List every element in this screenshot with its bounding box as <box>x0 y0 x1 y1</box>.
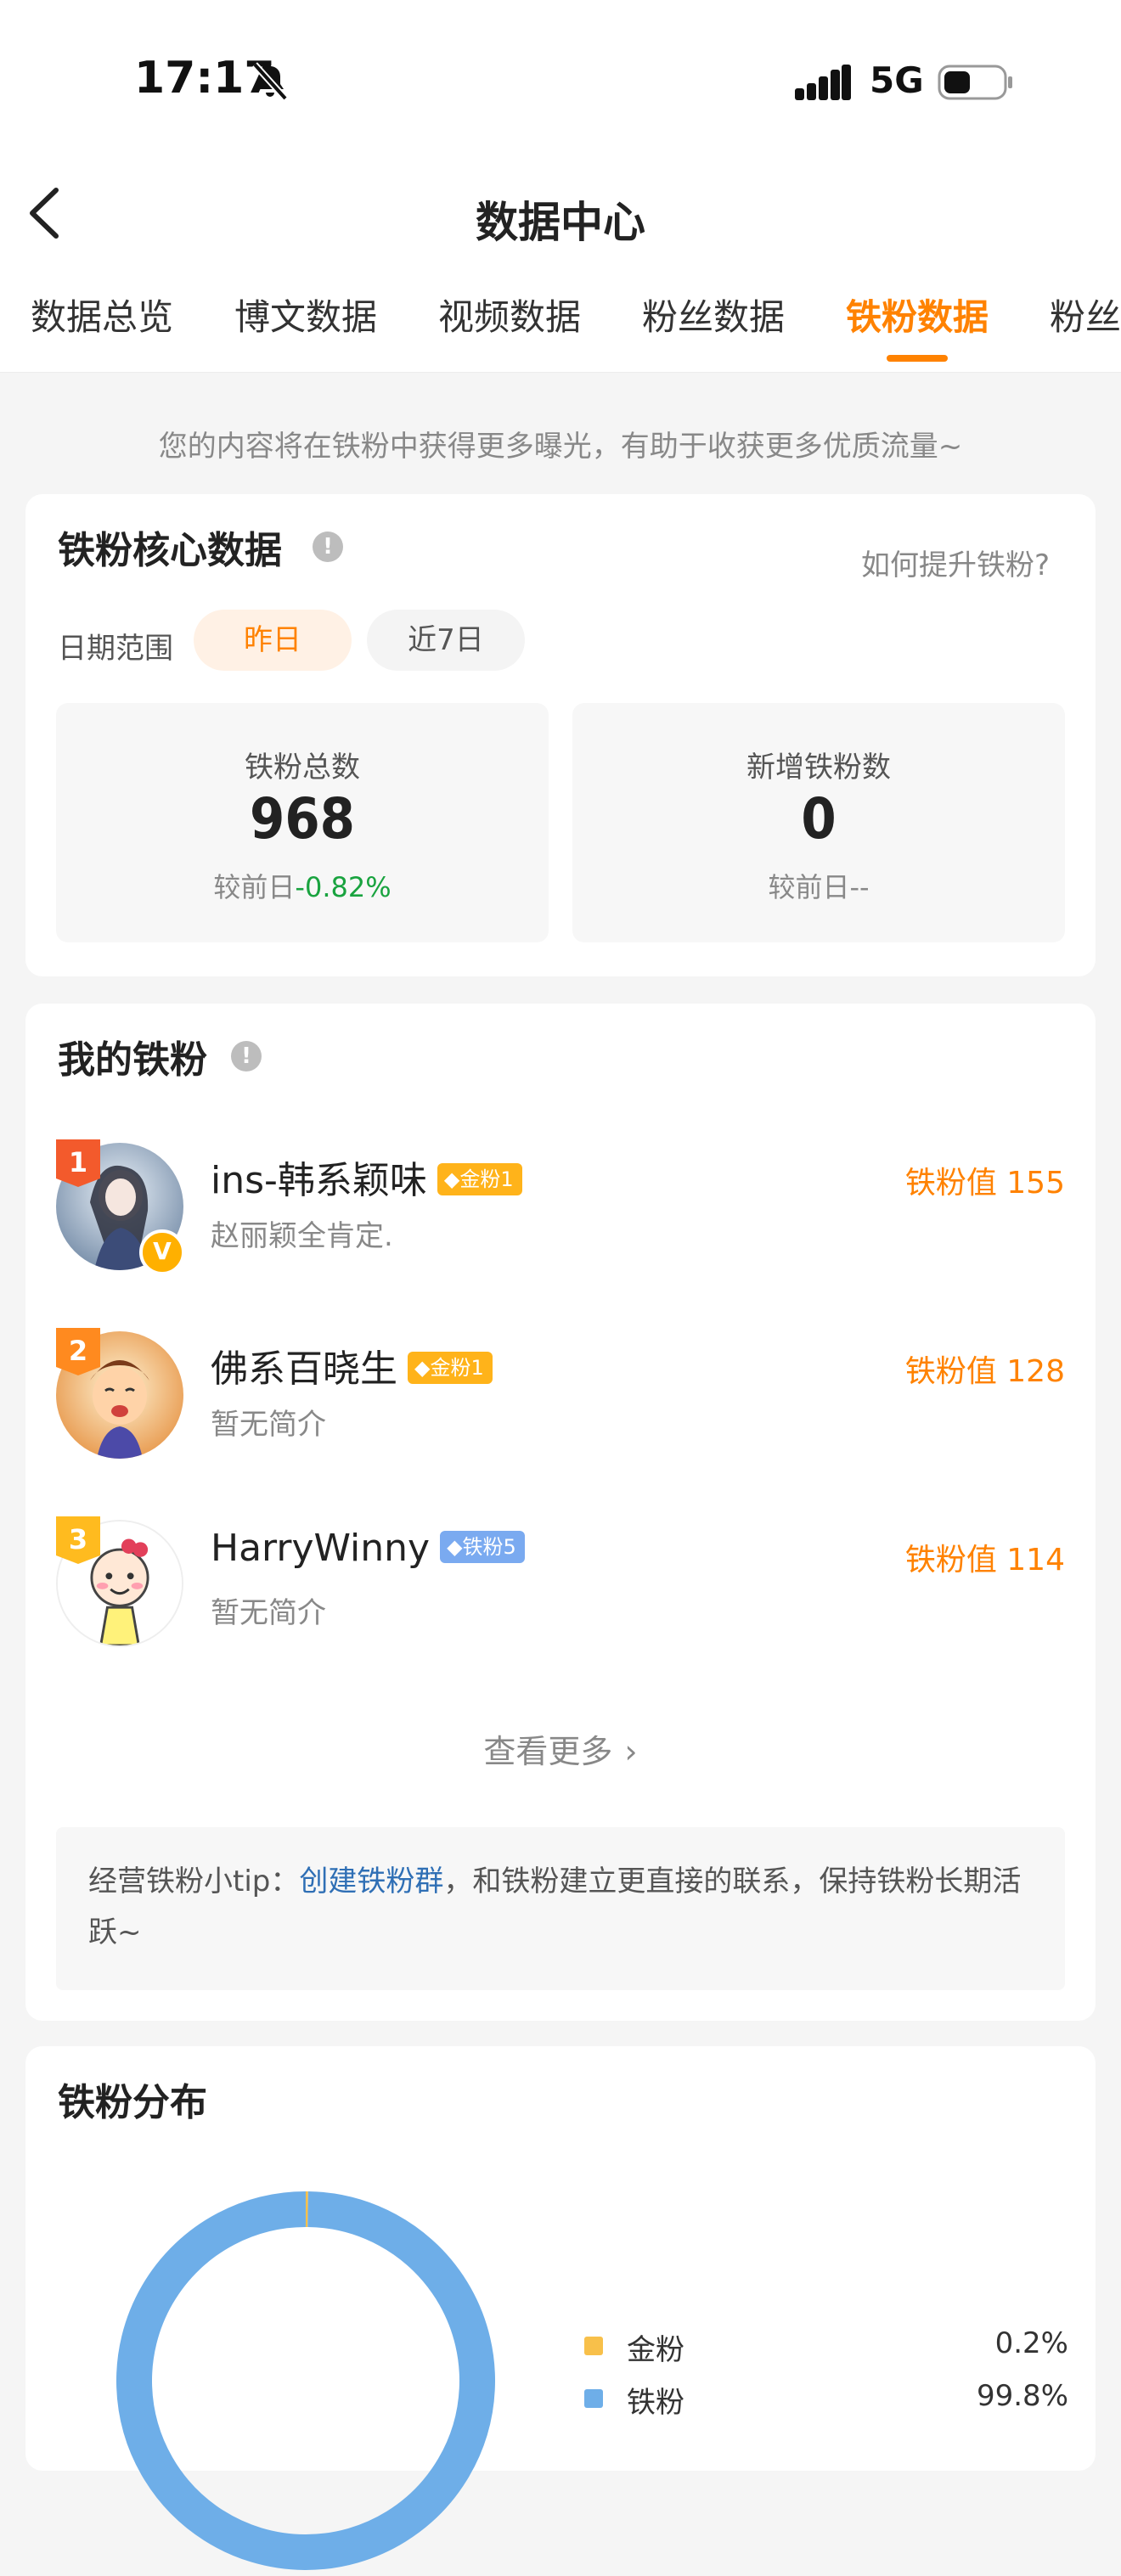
stat-value: 968 <box>56 786 549 852</box>
fan-row[interactable]: 2 佛系百晓生◆金粉1 暂无简介 铁粉值 128 <box>25 1331 1096 1467</box>
tab-overview[interactable]: 数据总览 <box>31 289 173 340</box>
fan-name[interactable]: HarryWinny◆铁粉5 <box>211 1527 525 1570</box>
cellular-signal-icon <box>795 65 851 102</box>
how-to-improve-link[interactable]: 如何提升铁粉? <box>861 542 1050 583</box>
legend-swatch <box>584 2389 603 2408</box>
stat-new-iron-fans: 新增铁粉数 0 较前日-- <box>572 703 1065 942</box>
page-title: 数据中心 <box>0 188 1121 250</box>
svg-text:1: 1 <box>69 1146 87 1178</box>
legend-value: 99.8% <box>977 2379 1068 2413</box>
tip-box: 经营铁粉小tip：创建铁粉群，和铁粉建立更直接的联系，保持铁粉长期活跃~ <box>56 1827 1065 1990</box>
legend-name: 铁粉 <box>627 2379 684 2421</box>
chevron-right-icon: › <box>624 1733 637 1770</box>
diamond-icon: ◆ <box>447 1535 462 1559</box>
fan-name[interactable]: ins-韩系颖味◆金粉1 <box>211 1150 522 1204</box>
view-more-button[interactable]: 查看更多› <box>25 1725 1096 1772</box>
tab-posts[interactable]: 博文数据 <box>234 289 377 340</box>
stat-change: -- <box>849 871 869 903</box>
info-icon[interactable]: ! <box>231 1041 262 1071</box>
range-7days[interactable]: 近7日 <box>367 610 525 671</box>
create-group-link[interactable]: 创建铁粉群 <box>299 1865 443 1898</box>
fan-bio: 暂无简介 <box>211 1401 326 1443</box>
svg-text:3: 3 <box>69 1523 87 1555</box>
fan-name[interactable]: 佛系百晓生◆金粉1 <box>211 1338 493 1392</box>
tab-iron-fans[interactable]: 铁粉数据 <box>846 289 989 340</box>
info-icon[interactable]: ! <box>313 532 343 562</box>
range-yesterday[interactable]: 昨日 <box>194 610 352 671</box>
level-badge: ◆金粉1 <box>437 1163 522 1195</box>
stat-total-iron-fans: 铁粉总数 968 较前日-0.82% <box>56 703 549 942</box>
stat-label: 铁粉总数 <box>56 744 549 785</box>
distribution-card: 铁粉分布 金粉 0.2% 铁粉 99.8% <box>25 2046 1096 2471</box>
network-type: 5G <box>870 59 924 101</box>
rank-badge: 3 <box>56 1516 100 1564</box>
fan-bio: 赵丽颖全肯定. <box>211 1212 393 1254</box>
my-fans-title: 我的铁粉 <box>58 1029 207 1083</box>
fan-value: 铁粉值 114 <box>905 1535 1065 1579</box>
diamond-icon: ◆ <box>444 1167 459 1191</box>
fan-row[interactable]: 1 V ins-韩系颖味◆金粉1 赵丽颖全肯定. 铁粉值 155 <box>25 1143 1096 1279</box>
rank-badge: 1 <box>56 1139 100 1187</box>
donut-slice-1 <box>134 2209 477 2552</box>
diamond-icon: ◆ <box>414 1356 430 1380</box>
core-data-card: 铁粉核心数据 ! 如何提升铁粉? 日期范围 昨日 近7日 铁粉总数 968 较前… <box>25 494 1096 976</box>
fan-value: 铁粉值 155 <box>905 1158 1065 1202</box>
distribution-title: 铁粉分布 <box>58 2072 207 2126</box>
tab-videos[interactable]: 视频数据 <box>438 289 581 340</box>
my-fans-card: 我的铁粉 ! 1 V ins-韩系颖味◆金粉1 赵丽颖全肯定. 铁粉值 155 <box>25 1004 1096 2021</box>
level-badge: ◆铁粉5 <box>440 1531 525 1563</box>
tab-fans-more[interactable]: 粉丝 <box>1050 289 1121 340</box>
mute-bell-icon <box>250 61 290 102</box>
stat-label: 新增铁粉数 <box>572 744 1065 785</box>
legend-swatch <box>584 2337 603 2355</box>
tab-fans[interactable]: 粉丝数据 <box>642 289 785 340</box>
stat-compare: 较前日-- <box>572 866 1065 905</box>
level-badge: ◆金粉1 <box>408 1352 493 1384</box>
fan-bio: 暂无简介 <box>211 1589 326 1631</box>
battery-icon <box>938 65 1014 100</box>
fan-value: 铁粉值 128 <box>905 1347 1065 1391</box>
distribution-donut-chart <box>110 2185 501 2576</box>
stat-compare: 较前日-0.82% <box>56 866 549 905</box>
exposure-notice: 您的内容将在铁粉中获得更多曝光，有助于收获更多优质流量~ <box>0 423 1121 464</box>
legend-value: 0.2% <box>995 2326 1068 2360</box>
tip-text: 经营铁粉小tip：创建铁粉群，和铁粉建立更直接的联系，保持铁粉长期活跃~ <box>88 1856 1031 1958</box>
fan-row[interactable]: 3 HarryWinny◆铁粉5 暂无简介 铁粉值 114 <box>25 1520 1096 1656</box>
verified-badge-icon: V <box>139 1229 185 1275</box>
rank-badge: 2 <box>56 1328 100 1375</box>
svg-text:2: 2 <box>69 1335 87 1367</box>
active-tab-indicator <box>887 355 948 362</box>
tab-bar: 数据总览 博文数据 视频数据 粉丝数据 铁粉数据 粉丝 <box>0 289 1121 348</box>
stat-value: 0 <box>572 786 1065 852</box>
stat-change: -0.82% <box>295 871 391 903</box>
legend-name: 金粉 <box>627 2326 684 2368</box>
core-data-title: 铁粉核心数据 <box>58 520 282 574</box>
date-range-label: 日期范围 <box>58 625 173 666</box>
